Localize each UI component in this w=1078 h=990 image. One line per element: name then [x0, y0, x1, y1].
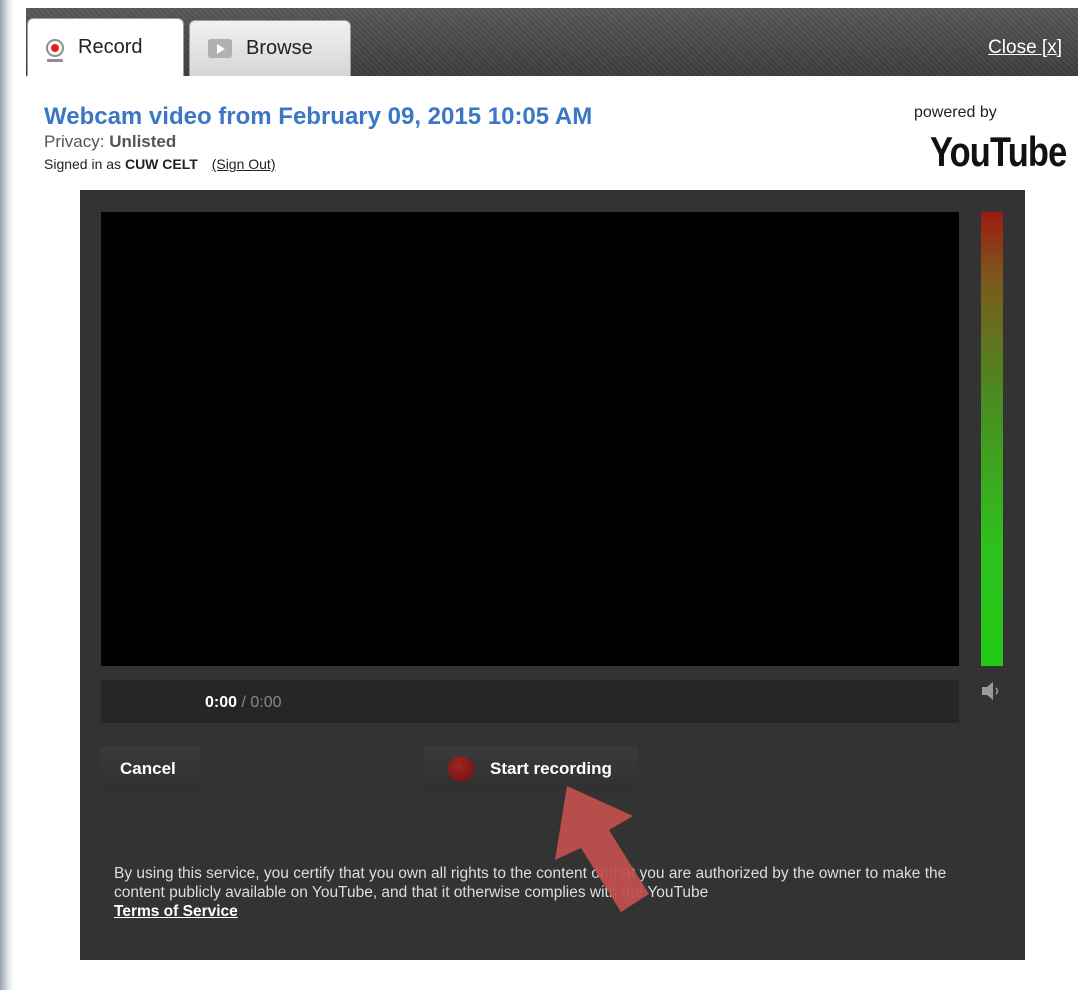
terms-notice: By using this service, you certify that … — [114, 864, 994, 921]
youtube-logo: YouTube — [930, 128, 1067, 175]
webcam-preview — [101, 212, 959, 666]
volume-icon[interactable] — [980, 680, 1004, 702]
recorder-panel: 0:00 / 0:00 Cancel Start recording By us… — [80, 190, 1025, 960]
time-total: 0:00 — [250, 694, 282, 711]
left-window-edge — [0, 0, 14, 990]
tab-browse-label: Browse — [246, 37, 313, 59]
player-controls: 0:00 / 0:00 — [101, 680, 959, 723]
cancel-button[interactable]: Cancel — [101, 747, 201, 791]
start-recording-label: Start recording — [490, 759, 612, 778]
signed-in-label: Signed in as — [44, 156, 122, 172]
play-icon — [208, 39, 232, 58]
time-display: 0:00 / 0:00 — [205, 694, 282, 712]
privacy-label: Privacy: — [44, 132, 105, 151]
record-dialog: Webcam video from February 09, 2015 10:0… — [14, 76, 1078, 990]
terms-of-service-link[interactable]: Terms of Service — [114, 903, 238, 920]
time-separator: / — [237, 694, 251, 711]
start-recording-button[interactable]: Start recording — [423, 747, 638, 791]
powered-by-label: powered by — [914, 104, 997, 121]
sign-out-link[interactable]: (Sign Out) — [212, 156, 276, 172]
record-dot-icon — [448, 756, 474, 782]
time-current: 0:00 — [205, 694, 238, 711]
tab-bar: Record Browse Close [x] — [26, 8, 1078, 76]
cancel-button-label: Cancel — [120, 759, 176, 778]
signed-in-line: Signed in as CUW CELT (Sign Out) — [44, 156, 276, 172]
privacy-line: Privacy: Unlisted — [44, 132, 176, 152]
audio-level-meter — [981, 212, 1003, 666]
tab-record[interactable]: Record — [27, 18, 184, 76]
close-link[interactable]: Close [x] — [988, 37, 1062, 59]
tab-browse[interactable]: Browse — [189, 20, 351, 76]
privacy-value: Unlisted — [109, 132, 177, 151]
webcam-stand-icon — [47, 59, 63, 62]
webcam-record-icon — [46, 38, 64, 57]
tab-record-label: Record — [78, 36, 143, 58]
video-title: Webcam video from February 09, 2015 10:0… — [44, 103, 593, 130]
terms-notice-text: By using this service, you certify that … — [114, 865, 947, 901]
account-name: CUW CELT — [124, 156, 198, 172]
